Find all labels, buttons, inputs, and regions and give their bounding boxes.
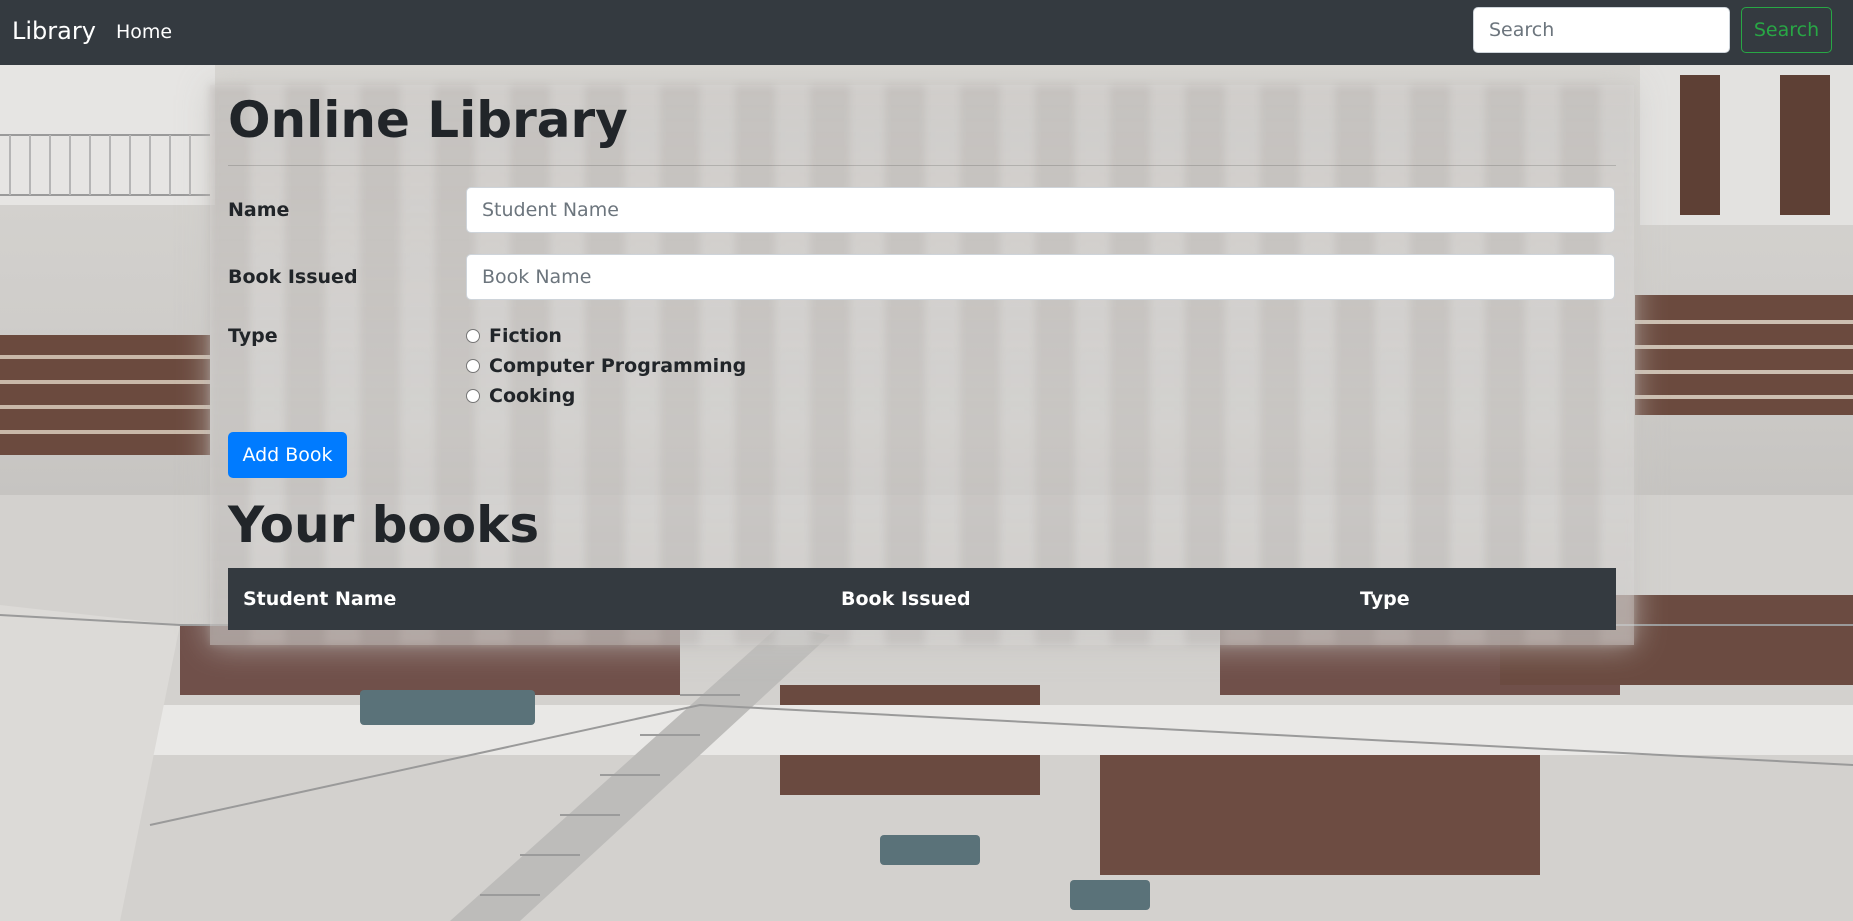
blurred-backdrop: [210, 85, 1634, 645]
navbar-search-input[interactable]: [1473, 7, 1730, 53]
type-label: Type: [228, 325, 278, 347]
book-name-input[interactable]: [466, 254, 1615, 300]
nav-link-home[interactable]: Home: [116, 19, 172, 45]
add-book-button[interactable]: Add Book: [228, 432, 347, 478]
radio-button-fiction[interactable]: [466, 329, 480, 343]
radio-label-fiction: Fiction: [489, 325, 562, 347]
radio-fiction[interactable]: Fiction: [466, 323, 562, 349]
radio-label-computer-programming: Computer Programming: [489, 355, 747, 377]
navbar: Library Home Search: [0, 0, 1853, 65]
radio-button-cooking[interactable]: [466, 389, 480, 403]
student-name-input[interactable]: [466, 187, 1615, 233]
radio-computer-programming[interactable]: Computer Programming: [466, 353, 746, 379]
page-title: Online Library: [228, 91, 628, 149]
column-header-book-issued: Book Issued: [841, 588, 971, 610]
main-container: Online Library Name Book Issued Type Fic…: [210, 85, 1634, 645]
radio-button-computer-programming[interactable]: [466, 359, 480, 373]
title-divider: [228, 165, 1616, 166]
navbar-search-button[interactable]: Search: [1741, 7, 1832, 53]
name-label: Name: [228, 199, 290, 221]
navbar-brand[interactable]: Library: [12, 14, 96, 48]
radio-cooking[interactable]: Cooking: [466, 383, 575, 409]
books-table-header: Student Name Book Issued Type: [228, 568, 1616, 630]
radio-label-cooking: Cooking: [489, 385, 576, 407]
book-issued-label: Book Issued: [228, 266, 358, 288]
column-header-student-name: Student Name: [243, 588, 397, 610]
your-books-heading: Your books: [228, 496, 540, 554]
column-header-type: Type: [1360, 588, 1410, 610]
